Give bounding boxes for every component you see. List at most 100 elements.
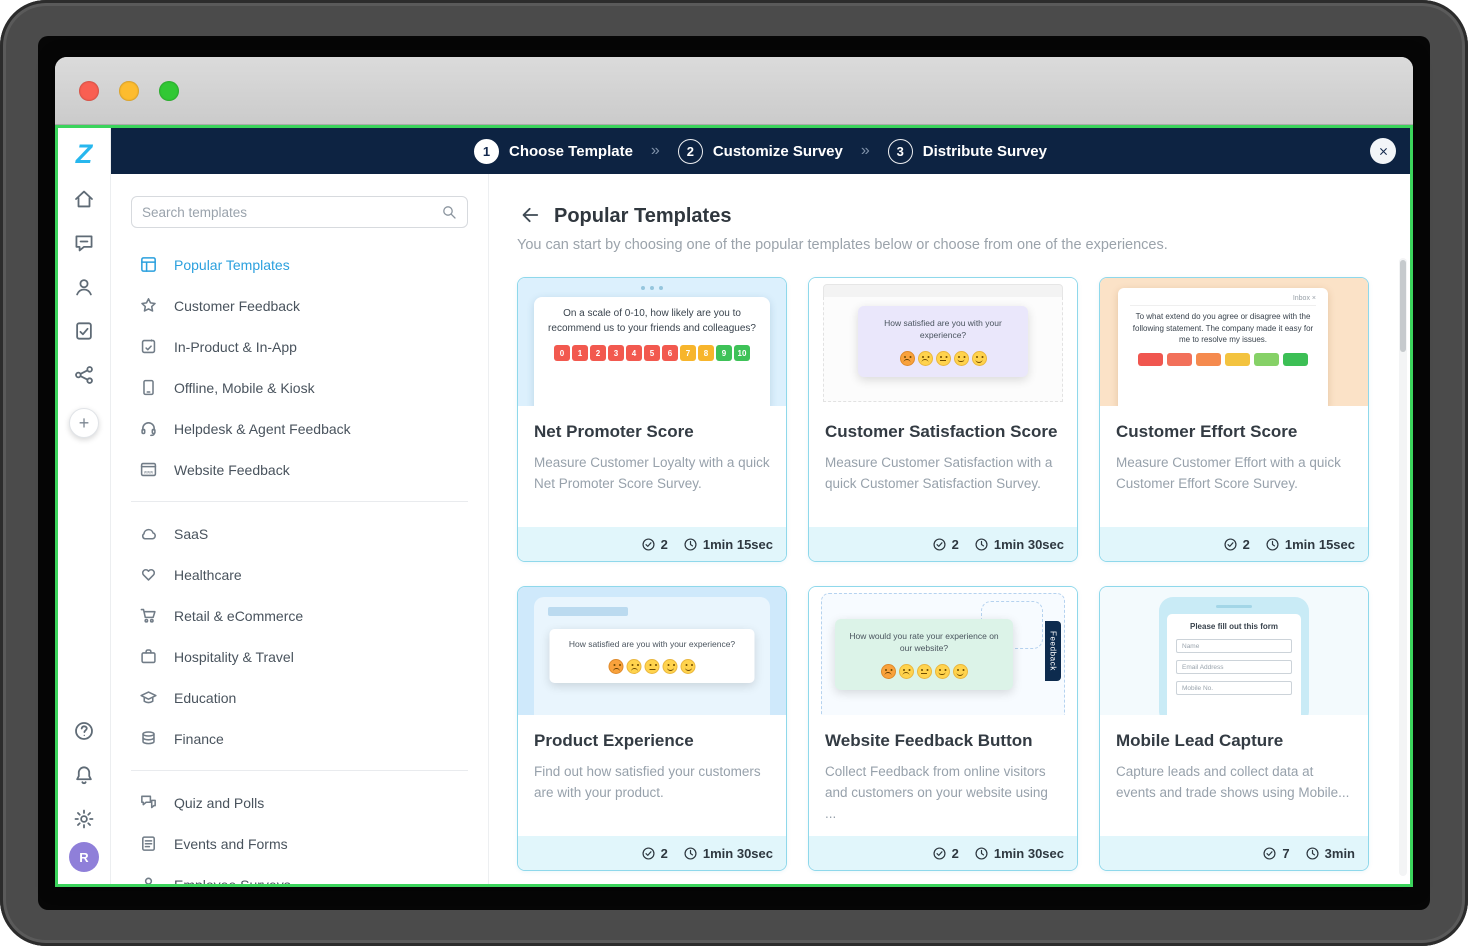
sidebar-item-website-feedback[interactable]: www Website Feedback	[131, 449, 468, 490]
sidebar-item-employee-surveys[interactable]: Employee Surveys	[131, 864, 468, 884]
clock-icon	[974, 537, 989, 552]
page-title: Popular Templates	[554, 204, 732, 227]
templates-icon	[139, 255, 158, 274]
question-count-value: 7	[1282, 845, 1290, 861]
add-survey-button[interactable]: +	[69, 408, 99, 438]
sidebar-item-customer-feedback[interactable]: Customer Feedback	[131, 285, 468, 326]
sidebar-item-label: Healthcare	[174, 566, 242, 583]
emoji-sad	[898, 663, 914, 679]
sidebar-item-label: Finance	[174, 730, 224, 747]
nps-option-7: 7	[680, 345, 696, 361]
screen: Z + R 1 Choose Template » 2 Customize Survey…	[38, 36, 1430, 910]
card-description: Find out how satisfied your customers ar…	[534, 764, 761, 801]
rail-top-icons	[73, 188, 95, 386]
rail-item-contacts[interactable]	[73, 276, 95, 298]
question-text: How satisfied are you with your experien…	[568, 639, 736, 649]
sidebar-item-quiz-and-polls[interactable]: Quiz and Polls	[131, 782, 468, 823]
template-card-website-feedback-button[interactable]: How would you rate your experience on ou…	[808, 586, 1078, 871]
card-thumbnail: Please fill out this form Name Email Addre…	[1100, 587, 1368, 715]
stepper-step-choose-template[interactable]: 1 Choose Template	[474, 138, 633, 164]
stepper-step-customize-survey[interactable]: 2 Customize Survey	[677, 138, 843, 164]
back-button[interactable]	[517, 204, 541, 228]
card-body: Website Feedback Button Collect Feedback …	[809, 715, 1077, 836]
search-input[interactable]	[142, 204, 441, 220]
question-count: 2	[1223, 537, 1250, 552]
scrollbar-thumb[interactable]	[1400, 260, 1406, 352]
step-number: 1	[474, 138, 499, 164]
template-card-net-promoter-score[interactable]: On a scale of 0-10, how likely are you t…	[517, 277, 787, 562]
sidebar-item-label: Hospitality & Travel	[174, 648, 294, 665]
search-icon	[441, 204, 457, 220]
nps-option-8: 8	[698, 345, 714, 361]
card-thumbnail: On a scale of 0-10, how likely are you t…	[518, 278, 786, 406]
sidebar-item-offline-mobile-kiosk[interactable]: Offline, Mobile & Kiosk	[131, 367, 468, 408]
sidebar-item-helpdesk-agent-feedback[interactable]: Helpdesk & Agent Feedback	[131, 408, 468, 449]
nps-option-4: 4	[626, 345, 642, 361]
template-card-product-experience[interactable]: How satisfied are you with your experien…	[517, 586, 787, 871]
emoji-angry	[899, 350, 915, 366]
duration: 1min 30sec	[683, 846, 773, 861]
events-icon	[139, 834, 158, 853]
feedback-tab: Feedback	[1045, 621, 1061, 681]
template-card-customer-effort-score[interactable]: Inbox × To what extend do you agree or di…	[1099, 277, 1369, 562]
emoji-neutral	[644, 659, 660, 675]
step-label: Customize Survey	[712, 142, 843, 160]
question-count-value: 2	[951, 845, 959, 861]
card-footer: 2 1min 30sec	[518, 836, 786, 870]
duration-value: 1min 30sec	[993, 536, 1064, 552]
window-titlebar	[55, 57, 1413, 125]
stepper-step-distribute-survey[interactable]: 3 Distribute Survey	[887, 138, 1047, 164]
rail-item-feedback-chat[interactable]	[73, 232, 95, 254]
ces-option	[1283, 352, 1308, 366]
rail-item-home[interactable]	[73, 188, 95, 210]
traffic-light-close[interactable]	[79, 80, 99, 101]
rail-item-help[interactable]	[73, 720, 95, 742]
card-thumbnail: Inbox × To what extend do you agree or di…	[1100, 278, 1368, 406]
duration-value: 1min 15sec	[1284, 536, 1355, 552]
sidebar-item-saas[interactable]: SaaS	[131, 513, 468, 554]
emoji-smile	[934, 663, 950, 679]
cart-icon	[139, 606, 158, 625]
scrollbar-track[interactable]	[1399, 258, 1407, 876]
stepper-separator: »	[860, 142, 870, 159]
notifications-icon	[73, 764, 95, 786]
ces-option	[1167, 352, 1192, 366]
emoji-sad	[626, 659, 642, 675]
in-app-icon	[139, 337, 158, 356]
sidebar-item-label: Education	[174, 689, 237, 706]
sidebar-item-label: Popular Templates	[174, 256, 290, 273]
sidebar-item-retail-ecommerce[interactable]: Retail & eCommerce	[131, 595, 468, 636]
zonka-logo[interactable]: Z	[76, 134, 93, 174]
sidebar-item-events-and-forms[interactable]: Events and Forms	[131, 823, 468, 864]
ces-option	[1138, 352, 1163, 366]
user-avatar[interactable]: R	[69, 842, 99, 872]
close-button[interactable]	[1370, 138, 1396, 164]
rail-item-survey-tasks[interactable]	[73, 320, 95, 342]
rail-item-settings[interactable]	[73, 808, 95, 830]
sidebar-item-education[interactable]: Education	[131, 677, 468, 718]
stepper: 1 Choose Template » 2 Customize Survey » 3 Dist…	[474, 138, 1047, 164]
sidebar-item-popular-templates[interactable]: Popular Templates	[131, 244, 468, 285]
duration: 1min 15sec	[683, 537, 773, 552]
emoji-angry	[880, 663, 896, 679]
sidebar-item-finance[interactable]: Finance	[131, 718, 468, 759]
emoji-angry	[608, 659, 624, 675]
template-card-mobile-lead-capture[interactable]: Please fill out this form Name Email Addre…	[1099, 586, 1369, 871]
card-title: Website Feedback Button	[825, 731, 1033, 750]
settings-icon	[73, 808, 95, 830]
duration-value: 1min 30sec	[702, 845, 773, 861]
sidebar-item-healthcare[interactable]: Healthcare	[131, 554, 468, 595]
sidebar-divider	[131, 770, 468, 771]
sidebar-item-in-product-in-app[interactable]: In-Product & In-App	[131, 326, 468, 367]
card-title: Customer Satisfaction Score	[825, 422, 1058, 441]
rail-item-notifications[interactable]	[73, 764, 95, 786]
traffic-light-zoom[interactable]	[159, 80, 179, 101]
question-count: 2	[641, 846, 668, 861]
quiz-icon	[139, 793, 158, 812]
sidebar-item-hospitality-travel[interactable]: Hospitality & Travel	[131, 636, 468, 677]
template-card-customer-satisfaction-score[interactable]: How satisfied are you with your experien…	[808, 277, 1078, 562]
main-content: Popular Templates You can start by choos…	[489, 174, 1410, 884]
duration-value: 3min	[1324, 845, 1355, 861]
traffic-light-minimize[interactable]	[119, 80, 139, 101]
rail-item-integrations[interactable]	[73, 364, 95, 386]
